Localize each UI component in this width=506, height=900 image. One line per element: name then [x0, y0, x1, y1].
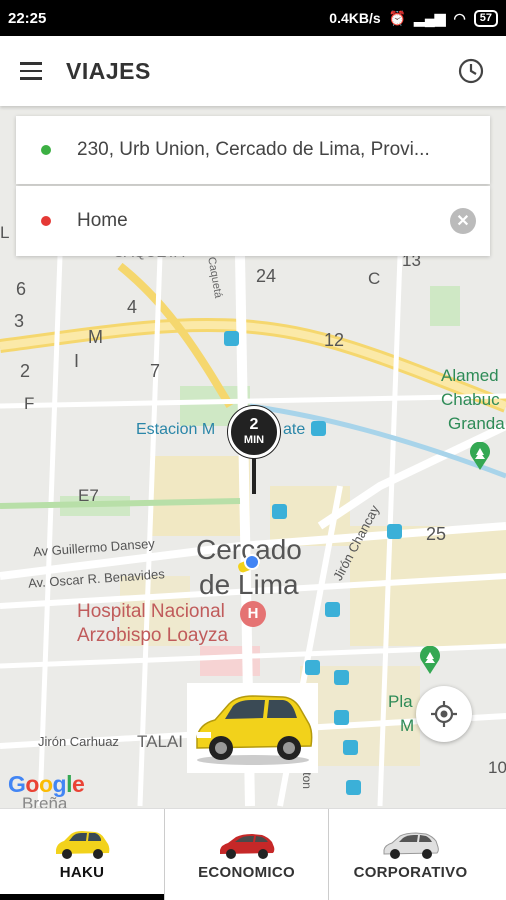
signal-icon: ▂▄▆ — [414, 9, 446, 26]
vehicle-type-tabs: HAKU ECONOMICO CORPORATIVO — [0, 808, 506, 900]
hospital-icon: H — [240, 601, 266, 627]
map-label-alameda-3: Granda — [448, 414, 505, 433]
tab-corporativo[interactable]: CORPORATIVO — [328, 809, 492, 900]
map-label-M: M — [88, 327, 103, 347]
tab-haku[interactable]: HAKU — [0, 809, 164, 900]
map-label-C: C — [368, 269, 381, 288]
clear-destination-button[interactable]: ✕ — [450, 208, 476, 234]
page-title: VIAJES — [66, 57, 151, 84]
bus-stop-icon-5 — [325, 602, 340, 617]
map-label-talal: TALAI — [137, 732, 183, 751]
map-label-L: L — [0, 223, 10, 242]
map-label-plaza-2: M — [400, 716, 415, 735]
map-label-station: Estacion M — [136, 421, 216, 438]
yellow-car-icon — [195, 695, 312, 765]
map-label-4: 4 — [127, 297, 138, 317]
map-label-12: 12 — [324, 330, 345, 350]
tab-corporativo-label: CORPORATIVO — [353, 864, 468, 881]
bus-stop-icon-2 — [311, 421, 326, 436]
map-label-7: 7 — [150, 361, 161, 381]
alarm-icon: ⏰ — [388, 9, 407, 26]
map-label-plaza-1: Pla — [388, 692, 413, 711]
vehicle-image — [187, 683, 318, 773]
bus-stop-icon — [224, 331, 239, 346]
tab-haku-label: HAKU — [59, 864, 105, 881]
active-tab-indicator — [0, 894, 164, 900]
clock-icon — [458, 58, 484, 84]
origin-dot-icon — [41, 145, 51, 155]
eta-unit: MIN — [243, 434, 265, 446]
bus-stop-icon-9 — [343, 740, 358, 755]
destination-field[interactable]: Home ✕ — [16, 186, 490, 256]
google-logo: Google — [8, 771, 85, 797]
battery-icon: 57 — [473, 9, 498, 27]
origin-field[interactable]: 230, Urb Union, Cercado de Lima, Provi..… — [16, 116, 490, 184]
map-label-jiron-carhuaz: Jirón Carhuaz — [38, 734, 119, 749]
tab-economico-label: ECONOMICO — [198, 864, 295, 881]
map-label-station-suffix: ate — [283, 421, 306, 438]
map-label-F: F — [24, 394, 35, 413]
bus-stop-icon-6 — [305, 660, 320, 675]
app-bar: VIAJES — [0, 36, 506, 106]
eta-value: 2 — [249, 416, 259, 433]
map-label-24: 24 — [256, 266, 277, 286]
bus-stop-icon-4 — [387, 524, 402, 539]
wifi-icon: ◠ — [453, 9, 466, 26]
bus-stop-icon-8 — [334, 710, 349, 725]
vehicle-location-icon — [236, 554, 264, 574]
map-label-10: 10 — [488, 758, 506, 777]
history-button[interactable] — [456, 56, 486, 86]
bus-stop-icon-10 — [346, 780, 361, 795]
bus-stop-icon-7 — [334, 670, 349, 685]
status-icons: 0.4KB/s ⏰ ▂▄▆ ◠ 57 — [329, 9, 498, 27]
eta-pin: 2 MIN — [228, 406, 280, 458]
eta-pin-stem — [252, 456, 256, 494]
map-label-hospital-2: Arzobispo Loayza — [77, 625, 229, 646]
hamburger-menu-icon[interactable] — [20, 62, 42, 80]
net-speed: 0.4KB/s — [329, 10, 381, 26]
economico-car-icon — [219, 834, 274, 859]
haku-car-icon — [56, 831, 110, 859]
map-label-alameda-2: Chabuc — [441, 390, 500, 409]
map-label-6: 6 — [16, 279, 27, 299]
crosshair-icon — [431, 701, 457, 727]
map-label-I: I — [74, 351, 80, 371]
map-label-e7: E7 — [78, 486, 99, 505]
bus-stop-icon-3 — [272, 504, 287, 519]
map-label-2: 2 — [20, 361, 31, 381]
destination-address: Home — [77, 210, 128, 231]
origin-address: 230, Urb Union, Cercado de Lima, Provi..… — [77, 139, 430, 160]
status-bar: 22:25 0.4KB/s ⏰ ▂▄▆ ◠ 57 — [0, 0, 506, 36]
destination-dot-icon — [41, 216, 51, 226]
map-label-25: 25 — [426, 524, 447, 544]
map-label-3: 3 — [14, 311, 25, 331]
my-location-button[interactable] — [416, 686, 472, 742]
park-marker-icon — [468, 441, 492, 470]
corporativo-car-icon — [383, 832, 439, 859]
status-time: 22:25 — [8, 9, 47, 27]
tab-economico[interactable]: ECONOMICO — [164, 809, 328, 900]
map-label-hospital-1: Hospital Nacional — [77, 601, 225, 622]
map-label-alameda-1: Alamed — [441, 366, 499, 385]
park-marker-icon-2 — [418, 645, 442, 674]
